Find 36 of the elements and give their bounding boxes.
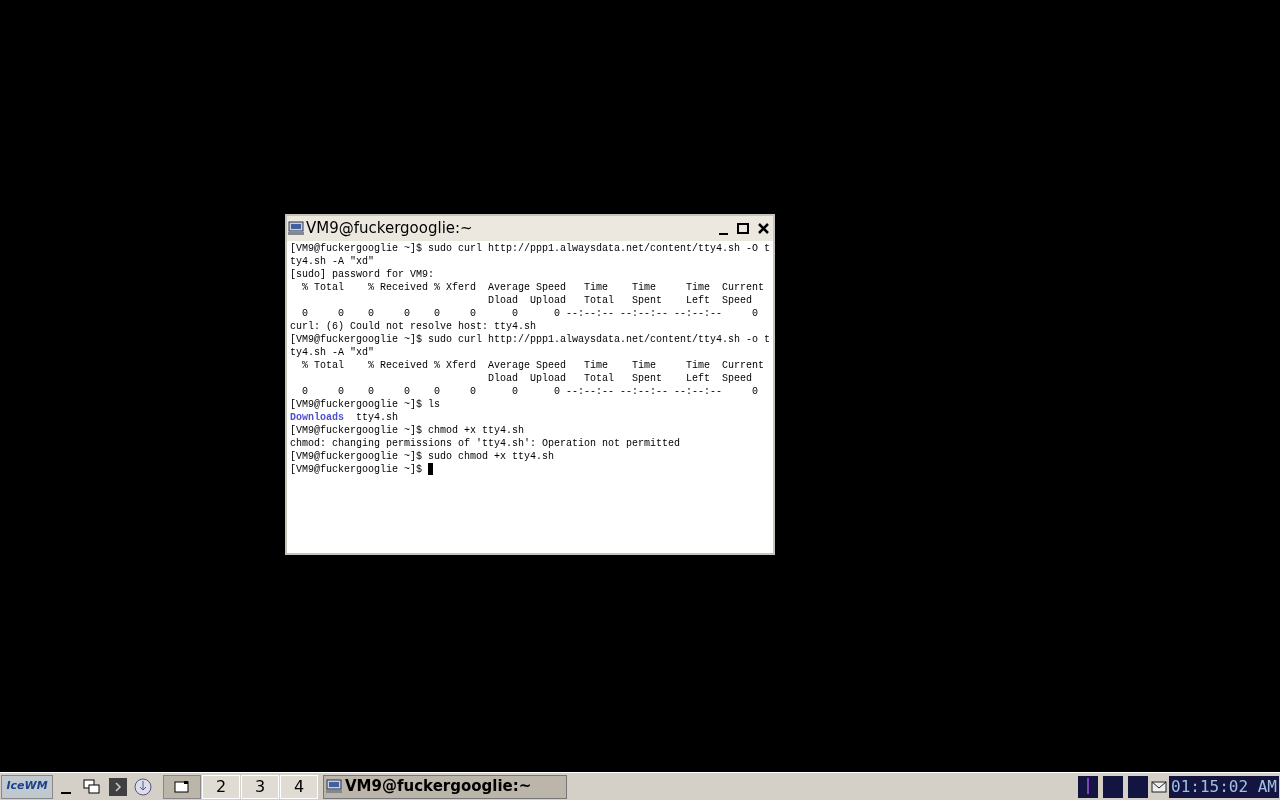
terminal-line: [VM9@fuckergooglie ~]$ sudo curl http://ppp1.alwaysdata.net/content/tty4.sh -o t <box>290 333 771 346</box>
terminal-line: 0 0 0 0 0 0 0 0 --:--:-- --:--:-- --:--:-- 0 <box>301 385 759 398</box>
workspace-button[interactable] <box>163 774 201 799</box>
workspace-button[interactable]: 2 <box>202 774 240 799</box>
terminal-line: 0 0 0 0 0 0 0 0 --:--:-- --:--:-- --:--:-- 0 <box>301 307 759 320</box>
workspace-button[interactable]: 4 <box>280 774 318 799</box>
terminal-line: Dload Upload Total Spent Left Speed <box>487 294 753 307</box>
terminal-icon <box>109 777 127 796</box>
windows-icon <box>83 778 101 795</box>
terminal-line: [VM9@fuckergooglie ~]$ <box>290 463 424 476</box>
start-button[interactable]: IceWM <box>1 774 53 799</box>
terminal-line: [sudo] password for VM9: <box>290 268 435 281</box>
network-meter <box>1128 775 1149 798</box>
workspace-icon <box>174 779 190 794</box>
terminal-line: curl: (6) Could not resolve host: tty4.sh <box>290 320 537 333</box>
terminal-line: chmod: changing permissions of 'tty4.sh': Operation not permitted <box>290 437 681 450</box>
mail-icon[interactable] <box>1151 779 1168 794</box>
terminal-line: [VM9@fuckergooglie ~]$ chmod +x tty4.sh <box>290 424 525 437</box>
terminal-line: % Total % Received % Xferd Average Speed Time Time Time Current <box>301 359 765 372</box>
task-button[interactable]: VM9@fuckergooglie:~ <box>323 774 567 799</box>
computer-icon <box>288 221 304 236</box>
terminal-line: [VM9@fuckergooglie ~]$ sudo chmod +x tty4.sh <box>290 450 555 463</box>
terminal-line: % Total % Received % Xferd Average Speed Time Time Time Current <box>301 281 765 294</box>
terminal-line: tty4.sh <box>355 411 399 424</box>
workspace-button[interactable]: 3 <box>241 774 279 799</box>
terminal-line: ty4.sh -A "xd" <box>290 255 374 268</box>
network-meter <box>1103 775 1124 798</box>
terminal-line: [VM9@fuckergooglie ~]$ sudo curl http://ppp1.alwaysdata.net/content/tty4.sh -O t <box>290 242 771 255</box>
terminal-line: Dload Upload Total Spent Left Speed <box>487 372 753 385</box>
computer-icon <box>326 779 342 794</box>
clock: 01:15:02 AM <box>1169 775 1279 798</box>
directory-name: Downloads <box>290 411 344 424</box>
terminal-line: [VM9@fuckergooglie ~]$ ls <box>290 398 441 411</box>
terminal-line: ty4.sh -A "xd" <box>290 346 374 359</box>
cpu-meter <box>1078 775 1099 798</box>
window-title: VM9@fuckergooglie:~ <box>306 218 474 240</box>
